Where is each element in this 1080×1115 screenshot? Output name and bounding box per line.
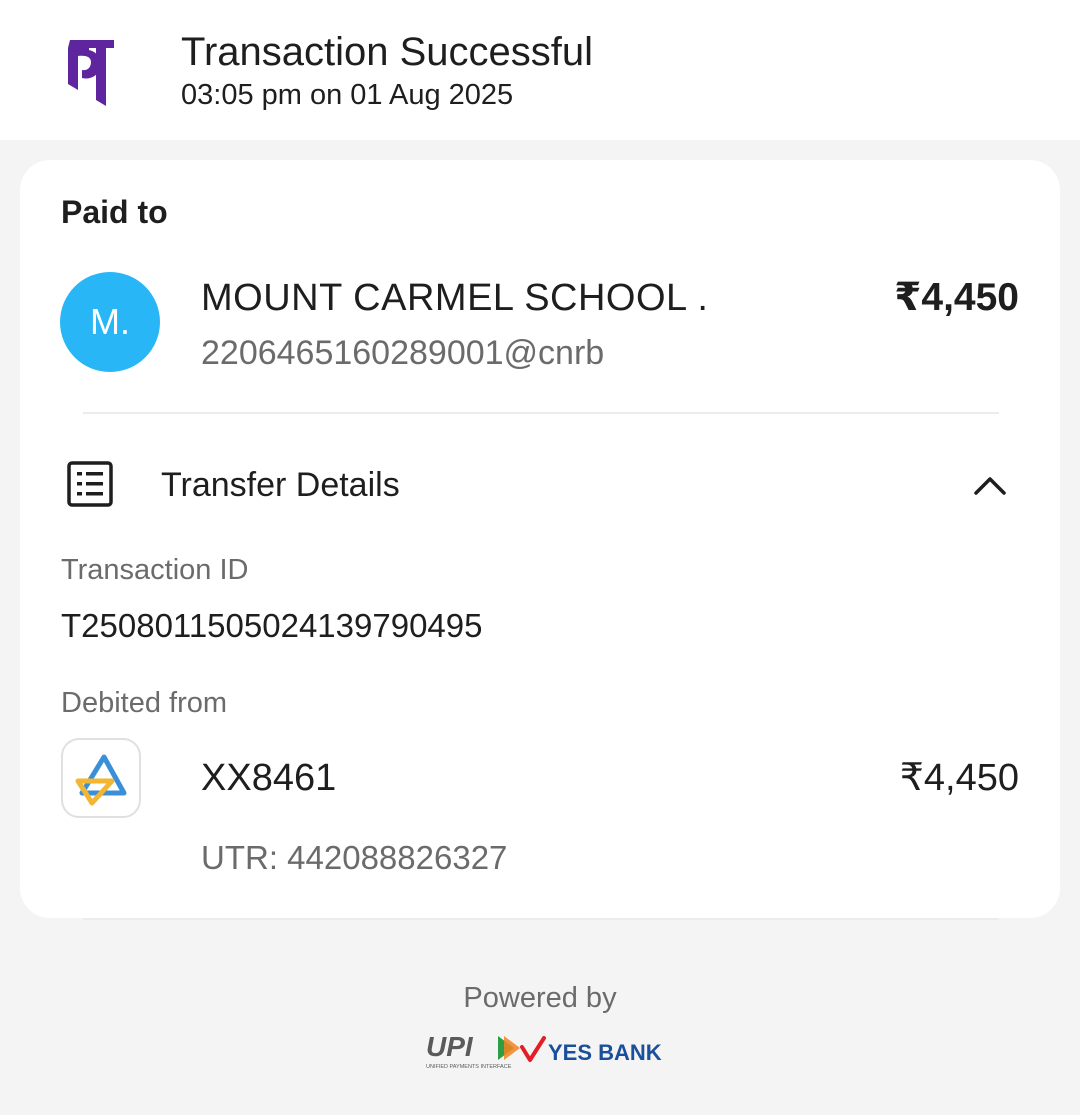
card-bottom-divider: [83, 918, 999, 920]
page-title: Transaction Successful: [181, 30, 594, 74]
bank-logo: [61, 738, 141, 818]
paid-to-label: Paid to: [61, 194, 168, 230]
upi-yes-bank-logo: UPI UNIFIED PAYMENTS INTERFACE YES BANK: [426, 1031, 662, 1070]
paid-amount: ₹4,450: [894, 276, 1019, 319]
transaction-card: Paid to M. MOUNT CARMEL SCHOOL . 2206465…: [20, 160, 1060, 918]
payee-avatar: M.: [60, 272, 160, 372]
chevron-up-icon[interactable]: [970, 465, 1010, 505]
payee-name: MOUNT CARMEL SCHOOL .: [201, 277, 709, 319]
debited-from-label: Debited from: [61, 687, 228, 719]
sbi-bank-logo: [75, 754, 127, 806]
yes-bank-logo-text: YES BANK: [548, 1040, 662, 1065]
powered-by-label: Powered by: [463, 982, 617, 1014]
transaction-id-value: T2508011505024139790495: [61, 607, 483, 644]
header: Transaction Successful 03:05 pm on 01 Au…: [0, 0, 1080, 140]
upi-logo-subtext: UNIFIED PAYMENTS INTERFACE: [426, 1064, 512, 1070]
divider: [83, 412, 999, 414]
debit-account-number: XX8461: [201, 757, 337, 799]
payee-upi-id: 2206465160289001@cnrb: [201, 334, 605, 372]
receipt-list-icon: [67, 461, 113, 507]
utr-number: UTR: 442088826327: [201, 839, 508, 876]
phonepe-logo: [68, 40, 114, 106]
transaction-datetime: 03:05 pm on 01 Aug 2025: [181, 79, 514, 111]
transaction-id-label: Transaction ID: [61, 554, 249, 586]
transfer-details-label[interactable]: Transfer Details: [161, 464, 400, 506]
upi-logo-text: UPI: [426, 1031, 474, 1062]
debit-amount: ₹4,450: [899, 757, 1019, 799]
